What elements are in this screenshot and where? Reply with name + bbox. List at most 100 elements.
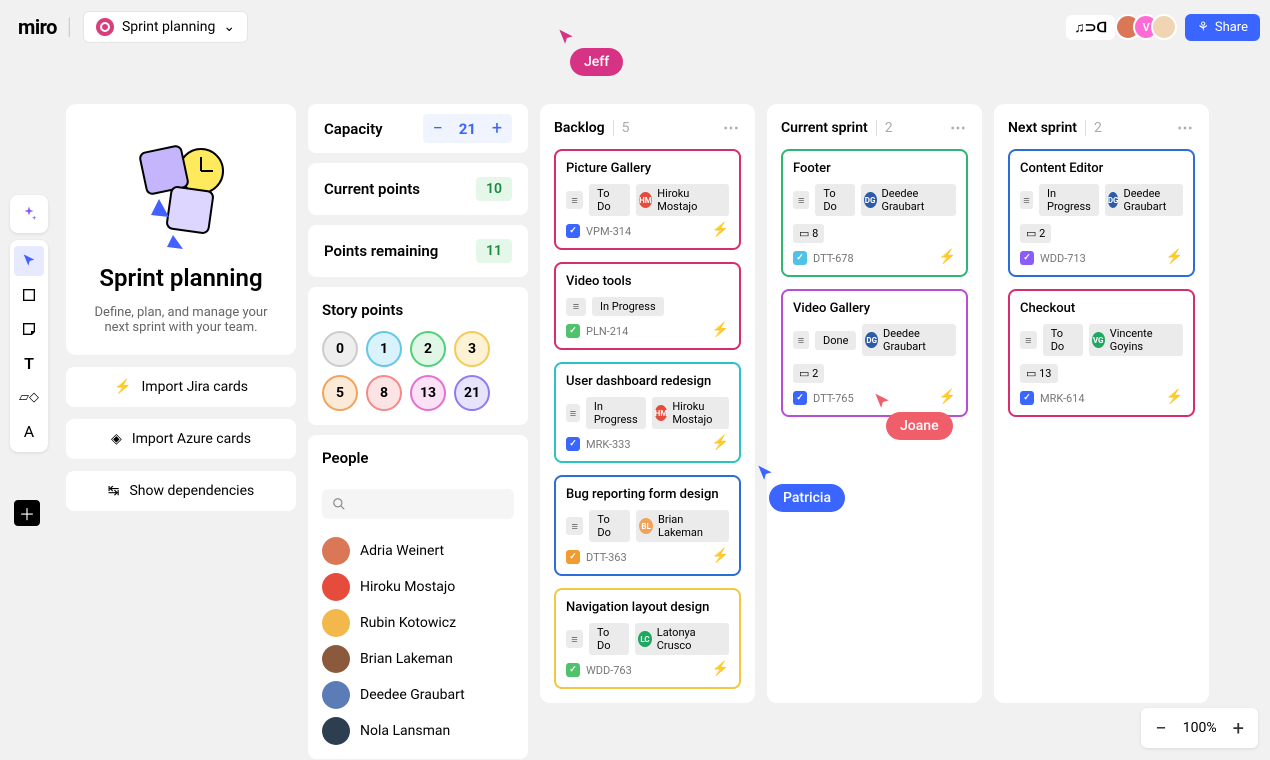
column-title: Backlog: [554, 120, 605, 136]
current-points-label: Current points: [324, 180, 420, 198]
remote-cursor: Patricia: [755, 464, 845, 512]
text-icon: T: [24, 354, 34, 373]
intro-column: Sprint planning Define, plan, and manage…: [66, 104, 296, 511]
task-card[interactable]: Footer≡To DoDGDeedee Graubart▭ 8✓DTT-678…: [781, 149, 968, 277]
card-title: Bug reporting form design: [566, 487, 729, 502]
task-card[interactable]: Navigation layout design ≡ To DoLCLatonya …: [554, 588, 741, 689]
story-point-chip[interactable]: 13: [410, 375, 446, 411]
avatar: [322, 645, 350, 673]
current-points-value: 10: [476, 177, 512, 201]
card-status: To Do: [589, 623, 629, 655]
story-point-chip[interactable]: 3: [454, 331, 490, 367]
column-menu[interactable]: ⋯: [950, 118, 968, 137]
chevron-down-icon: ⌄: [223, 19, 235, 35]
story-point-chip[interactable]: 5: [322, 375, 358, 411]
share-button[interactable]: ⚘ Share: [1185, 14, 1260, 41]
column-header: Backlog5⋯: [554, 118, 741, 137]
text-tool[interactable]: T: [14, 348, 44, 378]
frame-tool[interactable]: [14, 280, 44, 310]
zoom-control: − 100% +: [1141, 708, 1258, 748]
capacity-card: Capacity − 21 +: [308, 104, 528, 153]
person-name: Brian Lakeman: [360, 651, 453, 667]
avatar: [322, 681, 350, 709]
swimlane-column: Backlog5⋯ Picture Gallery≡To DoHMHiroku M…: [540, 104, 755, 703]
jira-icon: ⚡: [712, 435, 729, 451]
card-assignee: LCLatonya Crusco: [635, 623, 729, 655]
card-ticket: ✓DTT-363: [566, 550, 729, 564]
task-card[interactable]: Checkout≡To DoVGVincente Goyins▭ 13✓MRK-…: [1008, 289, 1195, 417]
show-dependencies-button[interactable]: ↹ Show dependencies: [66, 471, 296, 511]
select-tool[interactable]: [14, 246, 44, 276]
person-row[interactable]: Adria Weinert: [322, 537, 514, 565]
jira-icon: ⚡: [1166, 249, 1183, 265]
ai-tool[interactable]: [10, 195, 48, 233]
story-point-chip[interactable]: 2: [410, 331, 446, 367]
avatar: [322, 717, 350, 745]
story-point-chip[interactable]: 21: [454, 375, 490, 411]
task-card[interactable]: Bug reporting form design≡To DoBLBrian L…: [554, 475, 741, 576]
add-tool-button[interactable]: ＋: [14, 500, 40, 526]
column-title: Current sprint: [781, 120, 868, 136]
import-azure-button[interactable]: ◈ Import Azure cards: [66, 419, 296, 459]
task-card[interactable]: Video tools≡In Progress✓PLN-214⚡: [554, 262, 741, 350]
people-search-input[interactable]: [322, 489, 514, 519]
story-point-chip[interactable]: 1: [366, 331, 402, 367]
capacity-increment[interactable]: +: [490, 118, 504, 139]
card-points: ▭ 2: [793, 364, 824, 383]
intro-card: Sprint planning Define, plan, and manage…: [66, 104, 296, 355]
header-right: ♫⊃ᗡ V ⚘ Share: [1066, 14, 1260, 41]
card-points: ▭ 8: [793, 224, 824, 243]
task-card[interactable]: Picture Gallery≡To DoHMHiroku Mostajo✓VP…: [554, 149, 741, 250]
pen-tool[interactable]: A: [14, 416, 44, 446]
card-status: In Progress: [586, 397, 646, 429]
person-row[interactable]: Rubin Kotowicz: [322, 609, 514, 637]
card-title: Navigation layout design: [566, 600, 729, 615]
person-row[interactable]: Nola Lansman: [322, 717, 514, 745]
description-icon: ≡: [793, 331, 809, 349]
card-assignee: DGDeedee Graubart: [1105, 184, 1183, 216]
column-menu[interactable]: ⋯: [723, 118, 741, 137]
task-card[interactable]: User dashboard redesign≡In ProgressHMHir…: [554, 362, 741, 463]
jira-icon: ⚡: [712, 661, 729, 677]
card-ticket: ✓DTT-678: [793, 251, 956, 265]
person-row[interactable]: Hiroku Mostajo: [322, 573, 514, 601]
zoom-out-button[interactable]: −: [1155, 716, 1166, 740]
card-ticket: ✓PLN-214: [566, 324, 729, 338]
cursor-icon: [21, 253, 37, 269]
tool-panel: T ▱◇ A: [10, 240, 48, 452]
shapes-tool[interactable]: ▱◇: [14, 382, 44, 412]
card-title: Content Editor: [1020, 161, 1183, 176]
sticky-tool[interactable]: [14, 314, 44, 344]
person-row[interactable]: Brian Lakeman: [322, 645, 514, 673]
cursor-label: Jeff: [570, 48, 623, 76]
intro-illustration: [86, 124, 276, 254]
capacity-value: 21: [459, 120, 476, 138]
cursor-icon: [556, 28, 576, 48]
participant-avatars[interactable]: V: [1123, 14, 1177, 40]
import-jira-button[interactable]: ⚡ Import Jira cards: [66, 367, 296, 407]
jam-badge[interactable]: ♫⊃ᗡ: [1066, 15, 1115, 40]
column-menu[interactable]: ⋯: [1177, 118, 1195, 137]
column-header: Current sprint2⋯: [781, 118, 968, 137]
pen-icon: A: [24, 422, 34, 441]
import-jira-label: Import Jira cards: [142, 379, 248, 395]
task-card[interactable]: Content Editor≡In ProgressDGDeedee Graub…: [1008, 149, 1195, 277]
people-card: People Adria WeinertHiroku MostajoRubin …: [308, 435, 528, 759]
card-assignee: HMHiroku Mostajo: [652, 397, 729, 429]
remote-cursor: Jeff: [556, 28, 623, 76]
show-deps-label: Show dependencies: [129, 483, 254, 499]
card-title: Checkout: [1020, 301, 1183, 316]
card-title: Video Gallery: [793, 301, 956, 316]
board-dropdown[interactable]: Sprint planning ⌄: [83, 11, 248, 43]
header-left: miro │ Sprint planning ⌄: [18, 11, 248, 43]
capacity-decrement[interactable]: −: [431, 118, 445, 139]
story-point-chip[interactable]: 8: [366, 375, 402, 411]
zoom-in-button[interactable]: +: [1233, 716, 1244, 740]
story-point-chip[interactable]: 0: [322, 331, 358, 367]
card-points: ▭ 13: [1020, 364, 1058, 383]
person-row[interactable]: Deedee Graubart: [322, 681, 514, 709]
column-title: Next sprint: [1008, 120, 1077, 136]
person-name: Adria Weinert: [360, 543, 444, 559]
card-ticket: ✓MRK-333: [566, 437, 729, 451]
description-icon: ≡: [566, 630, 583, 648]
